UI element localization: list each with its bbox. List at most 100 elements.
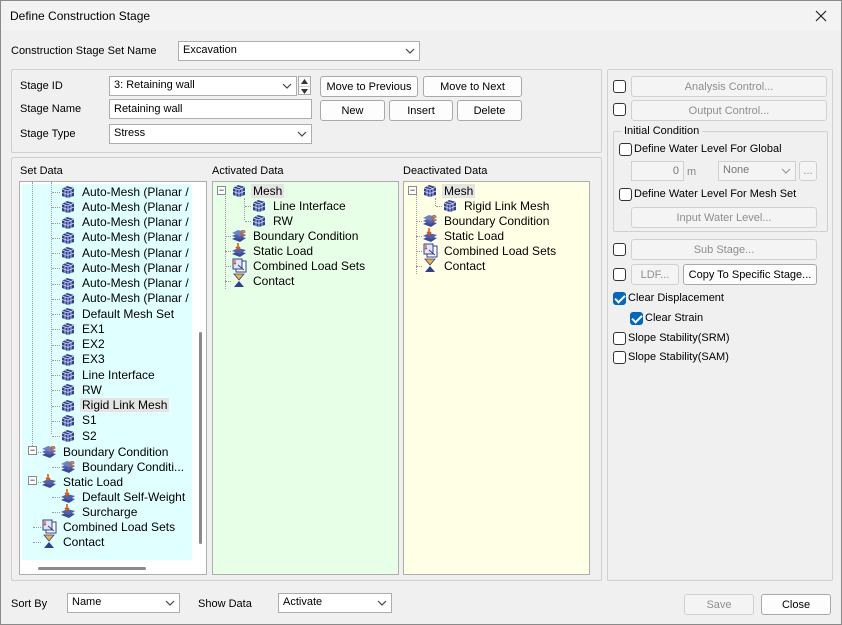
slope-sam-checkbox[interactable] — [613, 351, 626, 364]
tree-item[interactable]: Line Interface — [60, 367, 157, 382]
close-button[interactable]: Close — [761, 594, 831, 615]
tree-item[interactable]: Default Self-Weight — [60, 489, 187, 504]
deactivated-data-tree[interactable]: Mesh Rigid Link Mesh C Boundary Condition St… — [403, 181, 590, 575]
sub-stage-button[interactable]: Sub Stage... — [631, 239, 817, 260]
spin-down-icon[interactable] — [299, 86, 310, 95]
tree-item[interactable]: Auto-Mesh (Planar / — [60, 245, 191, 260]
activated-data-tree[interactable]: Mesh Line Interface RW C Boundary Condition S… — [212, 181, 399, 575]
tree-item[interactable]: Combined Load Sets — [422, 243, 558, 258]
spin-up-icon[interactable] — [299, 77, 310, 86]
water-level-input[interactable]: 0 — [631, 161, 684, 181]
tree-item-label: Surcharge — [82, 504, 138, 519]
tree-item[interactable]: Auto-Mesh (Planar / — [60, 199, 191, 214]
tree-item[interactable]: Rigid Link Mesh — [60, 398, 170, 413]
show-data-combo[interactable]: Activate — [278, 593, 392, 613]
tree-item[interactable]: EX1 — [60, 321, 107, 336]
move-previous-button[interactable]: Move to Previous — [320, 76, 418, 97]
stage-name-input[interactable]: Retaining wall — [109, 99, 312, 119]
delete-button[interactable]: Delete — [457, 100, 522, 121]
tree-item[interactable]: Line Interface — [251, 198, 348, 213]
water-mesh-checkbox[interactable] — [619, 188, 632, 201]
tree-line — [416, 194, 417, 274]
ldf-checkbox[interactable] — [613, 268, 626, 281]
tree-item-label: Auto-Mesh (Planar / — [82, 276, 189, 290]
stage-set-combo[interactable]: Excavation — [178, 41, 420, 61]
tree-item[interactable]: Static Load — [41, 474, 125, 489]
static-load-icon — [60, 489, 76, 504]
stage-id-spinner[interactable] — [298, 76, 311, 95]
tree-item[interactable]: Contact — [422, 258, 487, 273]
move-next-button[interactable]: Move to Next — [423, 76, 522, 97]
mesh-icon — [60, 382, 76, 397]
output-control-button[interactable]: Output Control... — [631, 100, 827, 121]
tree-item[interactable]: Contact — [231, 273, 296, 288]
tree-item-label: Auto-Mesh (Planar / — [82, 245, 189, 260]
tree-item-label: Static Load — [63, 474, 124, 489]
set-data-vscrollbar[interactable] — [199, 332, 202, 544]
tree-item[interactable]: Surcharge — [60, 504, 139, 519]
water-global-checkbox[interactable] — [619, 143, 632, 156]
mesh-icon — [60, 184, 76, 199]
tree-item-label: Boundary Condition — [253, 228, 359, 243]
tree-item[interactable]: EX3 — [60, 352, 107, 367]
tree-item[interactable]: Mesh — [422, 183, 476, 198]
tree-item-label: RW — [273, 213, 293, 228]
tree-item[interactable]: Combined Load Sets — [41, 519, 177, 534]
new-button[interactable]: New — [320, 100, 385, 121]
tree-item[interactable]: S1 — [60, 413, 99, 428]
input-water-level-button[interactable]: Input Water Level... — [631, 207, 817, 228]
tree-item[interactable]: Default Mesh Set — [60, 306, 176, 321]
tree-item[interactable]: Auto-Mesh (Planar / — [60, 184, 191, 199]
tree-item[interactable]: C Boundary Condition — [41, 444, 170, 459]
sort-by-label: Sort By — [11, 598, 48, 610]
analysis-control-checkbox[interactable] — [613, 80, 626, 93]
tree-item[interactable]: Contact — [41, 534, 106, 549]
mesh-icon — [60, 230, 76, 245]
tree-item[interactable]: Combined Load Sets — [231, 258, 367, 273]
stage-id-combo[interactable]: 3: Retaining wall — [109, 76, 297, 96]
close-icon[interactable] — [801, 1, 841, 31]
stage-type-combo[interactable]: Stress — [109, 124, 312, 144]
copy-specific-stage-button[interactable]: Copy To Specific Stage... — [683, 264, 817, 285]
collapse-mesh-toggle[interactable]: − — [408, 186, 417, 195]
analysis-control-button[interactable]: Analysis Control... — [631, 76, 827, 97]
tree-line — [52, 420, 60, 422]
tree-item[interactable]: C Boundary Condition — [422, 213, 551, 228]
contact-icon — [41, 534, 57, 549]
mesh-icon — [60, 337, 76, 352]
tree-item[interactable]: RW — [60, 382, 104, 397]
collapse-static-load-toggle[interactable]: − — [28, 476, 37, 485]
collapse-boundary-toggle[interactable]: − — [28, 446, 37, 455]
sub-stage-checkbox[interactable] — [613, 243, 626, 256]
tree-item[interactable]: Auto-Mesh (Planar / — [60, 291, 191, 306]
svg-text:C: C — [50, 445, 56, 454]
insert-button[interactable]: Insert — [389, 100, 453, 121]
tree-item[interactable]: S2 — [60, 428, 99, 443]
sort-by-combo[interactable]: Name — [67, 593, 180, 613]
slope-srm-checkbox[interactable] — [613, 332, 626, 345]
clear-strain-checkbox[interactable] — [630, 312, 643, 325]
tree-item[interactable]: Auto-Mesh (Planar / — [60, 260, 191, 275]
tree-line — [32, 182, 33, 452]
tree-item[interactable]: C Boundary Conditi... — [60, 459, 186, 474]
tree-item[interactable]: Rigid Link Mesh — [442, 198, 551, 213]
water-ellipsis-button[interactable]: ... — [799, 161, 817, 181]
tree-item[interactable]: EX2 — [60, 337, 107, 352]
output-control-checkbox[interactable] — [613, 103, 626, 116]
tree-item[interactable]: Auto-Mesh (Planar / — [60, 215, 191, 230]
tree-item[interactable]: C Boundary Condition — [231, 228, 360, 243]
save-button[interactable]: Save — [684, 594, 754, 615]
tree-item[interactable]: Mesh — [231, 183, 285, 198]
water-level-combo[interactable]: None — [718, 161, 796, 181]
collapse-mesh-toggle[interactable]: − — [217, 186, 226, 195]
tree-item[interactable]: Static Load — [231, 243, 315, 258]
set-data-tree[interactable]: Auto-Mesh (Planar / Auto-Mesh (Planar / Au… — [19, 181, 207, 575]
tree-item[interactable]: Auto-Mesh (Planar / — [60, 230, 191, 245]
tree-item[interactable]: Auto-Mesh (Planar / — [60, 276, 191, 291]
tree-item[interactable]: RW — [251, 213, 295, 228]
ldf-button[interactable]: LDF... — [631, 264, 679, 285]
tree-item[interactable]: Static Load — [422, 228, 506, 243]
clear-displacement-checkbox[interactable] — [613, 292, 626, 305]
contact-icon — [231, 273, 247, 288]
set-data-hscrollbar[interactable] — [38, 567, 146, 570]
